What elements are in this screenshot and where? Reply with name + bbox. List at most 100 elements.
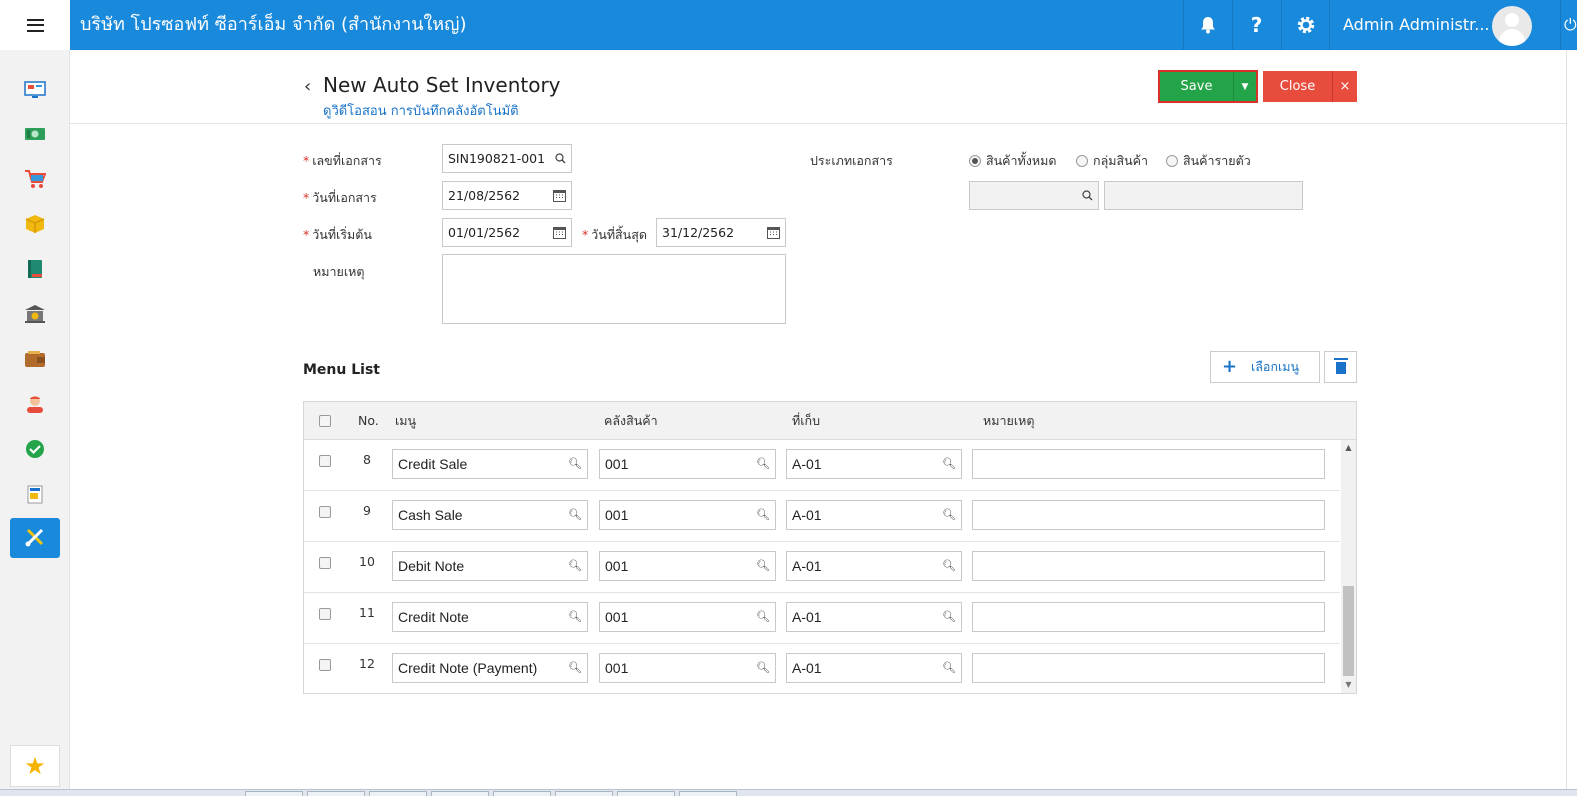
avatar xyxy=(1492,6,1532,46)
save-button[interactable]: Save xyxy=(1160,72,1233,101)
search-icon[interactable]: 🔍︎ xyxy=(568,552,582,580)
search-icon[interactable] xyxy=(555,145,566,173)
contact-icon xyxy=(27,396,43,413)
sidebar-item-wallet[interactable] xyxy=(10,339,60,379)
menu-input[interactable]: Debit Note 🔍︎ xyxy=(392,551,588,581)
tools-icon xyxy=(25,528,44,547)
search-icon[interactable]: 🔍︎ xyxy=(942,501,956,529)
remark-input[interactable] xyxy=(972,551,1325,581)
row-checkbox[interactable] xyxy=(319,455,331,467)
sidebar-item-bank[interactable] xyxy=(10,294,60,334)
radio-icon xyxy=(1166,155,1178,167)
back-icon[interactable]: ‹ xyxy=(304,76,311,97)
doc-date-label: * วันที่เอกสาร xyxy=(303,190,377,205)
product-search-input[interactable] xyxy=(969,181,1099,210)
delete-button[interactable] xyxy=(1324,351,1357,383)
remark-textarea[interactable] xyxy=(442,254,786,324)
calendar-icon[interactable] xyxy=(553,182,566,211)
location-input[interactable]: A-01 🔍︎ xyxy=(786,551,962,581)
menu-input[interactable]: Credit Sale 🔍︎ xyxy=(392,449,588,479)
row-checkbox[interactable] xyxy=(319,659,331,671)
search-icon[interactable]: 🔍︎ xyxy=(942,450,956,478)
doc-type-radio-group[interactable]: กลุ่มสินค้า xyxy=(1076,151,1148,171)
search-icon[interactable]: 🔍︎ xyxy=(942,603,956,631)
user-name: Admin Administr... xyxy=(1343,15,1490,34)
sidebar-item-tools[interactable] xyxy=(10,518,60,558)
select-all-checkbox[interactable] xyxy=(319,415,331,427)
table-scrollbar[interactable]: ▲ ▼ xyxy=(1341,440,1356,693)
scroll-thumb[interactable] xyxy=(1343,586,1354,676)
warehouse-input[interactable]: 001 🔍︎ xyxy=(599,602,776,632)
sidebar-item-reports[interactable] xyxy=(10,474,60,514)
menu-toggle-button[interactable] xyxy=(0,0,70,50)
search-icon[interactable]: 🔍︎ xyxy=(568,501,582,529)
sidebar-item-contacts[interactable] xyxy=(10,384,60,424)
location-input[interactable]: A-01 🔍︎ xyxy=(786,653,962,683)
power-icon: ⏻ xyxy=(1564,15,1577,34)
calendar-icon[interactable] xyxy=(767,219,780,248)
help-button[interactable]: ? xyxy=(1232,0,1280,50)
menu-input[interactable]: Credit Note 🔍︎ xyxy=(392,602,588,632)
close-x-button[interactable]: × xyxy=(1332,71,1357,102)
warehouse-input[interactable]: 001 🔍︎ xyxy=(599,449,776,479)
menu-list-title: Menu List xyxy=(303,362,380,378)
search-icon[interactable]: 🔍︎ xyxy=(756,603,770,631)
location-input[interactable]: A-01 🔍︎ xyxy=(786,602,962,632)
user-menu[interactable]: Admin Administr... xyxy=(1329,0,1569,50)
sidebar-item-inventory[interactable] xyxy=(10,204,60,244)
sidebar-item-sales[interactable] xyxy=(10,159,60,199)
search-icon[interactable]: 🔍︎ xyxy=(756,450,770,478)
search-icon[interactable]: 🔍︎ xyxy=(756,501,770,529)
menu-input[interactable]: Credit Note (Payment) 🔍︎ xyxy=(392,653,588,683)
row-checkbox[interactable] xyxy=(319,557,331,569)
sidebar-item-approval[interactable] xyxy=(10,429,60,469)
warehouse-input[interactable]: 001 🔍︎ xyxy=(599,551,776,581)
doc-no-input[interactable]: SIN190821-001 xyxy=(442,144,572,173)
warehouse-input[interactable]: 001 🔍︎ xyxy=(599,653,776,683)
select-menu-button[interactable]: + เลือกเมนู xyxy=(1210,351,1320,383)
remark-input[interactable] xyxy=(972,653,1325,683)
table-row: 10 Debit Note 🔍︎ 001 🔍︎ A-01 🔍︎ xyxy=(304,542,1340,593)
sidebar-item-money[interactable] xyxy=(10,114,60,154)
top-header: บริษัท โปรซอฟท์ ซีอาร์เอ็ม จำกัด (สำนักง… xyxy=(0,0,1577,50)
scroll-down-icon[interactable]: ▼ xyxy=(1341,677,1356,693)
doc-type-radio-all[interactable]: สินค้าทั้งหมด xyxy=(969,151,1057,171)
doc-type-radio-item[interactable]: สินค้ารายตัว xyxy=(1166,151,1251,171)
wallet-icon xyxy=(25,351,45,367)
notifications-button[interactable] xyxy=(1183,0,1231,50)
search-icon[interactable]: 🔍︎ xyxy=(568,654,582,682)
remark-input[interactable] xyxy=(972,500,1325,530)
search-icon[interactable]: 🔍︎ xyxy=(756,552,770,580)
scroll-up-icon[interactable]: ▲ xyxy=(1341,440,1356,456)
row-checkbox[interactable] xyxy=(319,608,331,620)
end-date-input[interactable]: 31/12/2562 xyxy=(656,218,786,247)
search-icon[interactable]: 🔍︎ xyxy=(568,450,582,478)
logout-button[interactable]: ⏻ xyxy=(1560,0,1577,50)
location-input[interactable]: A-01 🔍︎ xyxy=(786,500,962,530)
remark-input[interactable] xyxy=(972,602,1325,632)
sidebar-item-ledger[interactable] xyxy=(10,249,60,289)
help-icon: ? xyxy=(1250,13,1263,37)
settings-button[interactable] xyxy=(1281,0,1329,50)
menu-input[interactable]: Cash Sale 🔍︎ xyxy=(392,500,588,530)
row-checkbox[interactable] xyxy=(319,506,331,518)
search-icon[interactable]: 🔍︎ xyxy=(568,603,582,631)
warehouse-input[interactable]: 001 🔍︎ xyxy=(599,500,776,530)
save-dropdown-button[interactable]: ▼ xyxy=(1233,72,1256,101)
start-date-input[interactable]: 01/01/2562 xyxy=(442,218,572,247)
radio-icon xyxy=(1076,155,1088,167)
search-icon[interactable]: 🔍︎ xyxy=(942,552,956,580)
doc-date-input[interactable]: 21/08/2562 xyxy=(442,181,572,210)
company-name: บริษัท โปรซอฟท์ ซีอาร์เอ็ม จำกัด (สำนักง… xyxy=(80,14,467,35)
favorites-button[interactable]: ★ xyxy=(10,745,60,787)
menu-table: No. เมนู คลังสินค้า ที่เก็บ หมายเหตุ 8 C… xyxy=(303,401,1357,694)
remark-input[interactable] xyxy=(972,449,1325,479)
search-icon[interactable]: 🔍︎ xyxy=(942,654,956,682)
calendar-icon[interactable] xyxy=(553,219,566,248)
close-button[interactable]: Close xyxy=(1263,71,1332,102)
location-input[interactable]: A-01 🔍︎ xyxy=(786,449,962,479)
tutorial-link[interactable]: ดูวิดีโอสอน การบันทึกคลังอัตโนมัติ xyxy=(323,100,519,121)
sidebar-item-dashboard[interactable] xyxy=(10,69,60,109)
search-icon[interactable]: 🔍︎ xyxy=(756,654,770,682)
search-icon[interactable] xyxy=(1082,182,1093,210)
